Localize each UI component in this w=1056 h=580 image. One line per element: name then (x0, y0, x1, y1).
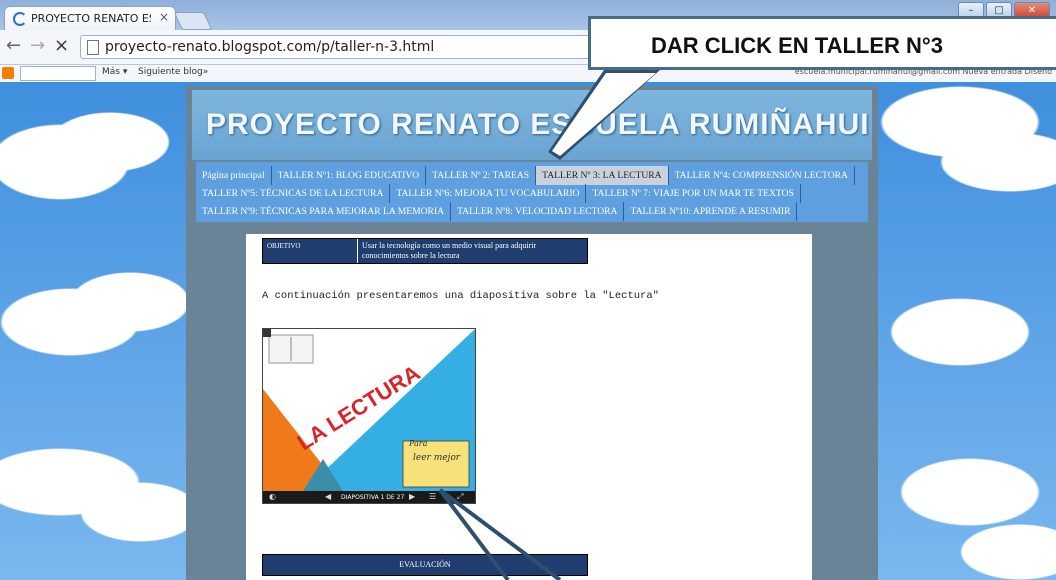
slide-counter: DIAPOSITIVA 1 DE 27 (341, 494, 405, 501)
nav-row-3: TALLER Nº9: TÉCNICAS PARA MEJORAR LA MEM… (196, 202, 798, 221)
slideshow-embed[interactable]: LA LECTURA Para leer mejor ◐ ◀ DIAPOSITI… (262, 328, 476, 504)
blog-search-input[interactable] (20, 66, 96, 81)
instruction-text: DAR CLICK EN TALLER N°3 (651, 33, 943, 58)
instruction-callout: DAR CLICK EN TALLER N°3 (588, 16, 1056, 70)
blog-header: PROYECTO RENATO ESCUELA RUMIÑAHUI (192, 90, 872, 160)
new-tab-button[interactable] (173, 12, 213, 30)
nav-tab-taller-1[interactable]: TALLER Nº1: BLOG EDUCATIVO (272, 166, 427, 185)
blog-container: PROYECTO RENATO ESCUELA RUMIÑAHUI Página… (186, 86, 878, 580)
nav-tab-taller-7[interactable]: TALLER Nº 7: VIAJE POR UN MAR TE TEXTOS (586, 184, 801, 203)
fullscreen-icon[interactable]: ⤢ (457, 492, 463, 502)
evaluation-label: EVALUACIÓN (399, 560, 451, 569)
pages-nav: Página principal TALLER Nº1: BLOG EDUCAT… (196, 162, 868, 222)
intro-text: A continuación presentaremos una diaposi… (262, 290, 659, 302)
expand-icon[interactable] (263, 329, 271, 337)
page-icon (87, 40, 99, 55)
previous-slide-button[interactable]: ◀ (325, 492, 331, 501)
nav-tab-taller-10[interactable]: TALLER Nº10: APRENDE A RESUMIR (624, 202, 798, 221)
blog-title[interactable]: PROYECTO RENATO ESCUELA RUMIÑAHUI (206, 108, 870, 142)
nav-tab-taller-4[interactable]: TALLER Nº4: COMPRENSIÓN LECTORA (669, 166, 855, 185)
loading-icon (13, 12, 27, 26)
nav-tab-taller-2[interactable]: TALLER Nº 2: TAREAS (426, 166, 537, 185)
nav-row-2: TALLER Nº5: TÉCNICAS DE LA LECTURA TALLE… (196, 184, 801, 203)
tab-title: PROYECTO RENATO ESCU (31, 12, 151, 25)
slide-caption-2: leer mejor (413, 453, 461, 463)
menu-icon[interactable]: ☰ (429, 492, 436, 501)
nav-row-1: Página principal TALLER Nº1: BLOG EDUCAT… (196, 166, 855, 185)
back-arrow-icon[interactable]: ← (6, 35, 21, 56)
objective-text: Usar la tecnología como un medio visual … (362, 241, 537, 260)
page-background: PROYECTO RENATO ESCUELA RUMIÑAHUI Página… (0, 82, 1056, 580)
slideshow-controls: ◐ ◀ DIAPOSITIVA 1 DE 27 ▶ ☰ ⤢ (263, 491, 475, 503)
nav-tab-taller-5[interactable]: TALLER Nº5: TÉCNICAS DE LA LECTURA (196, 184, 391, 203)
forward-arrow-icon[interactable]: → (30, 35, 45, 56)
evaluation-header: EVALUACIÓN (262, 554, 588, 576)
slide-caption-1: Para (409, 439, 428, 448)
browser-tab[interactable]: PROYECTO RENATO ESCU × (4, 6, 176, 30)
blogger-icon[interactable] (2, 67, 14, 79)
nav-tab-taller-6[interactable]: TALLER Nº6: MEJORA TU VOCABULARIO (390, 184, 587, 203)
objective-table: Objetivo Usar la tecnología como un medi… (262, 238, 588, 264)
url-text: proyecto-renato.blogspot.com/p/taller-n-… (105, 39, 435, 55)
speaker-icon[interactable]: ◐ (269, 492, 276, 501)
objective-label: Objetivo (263, 239, 358, 263)
stop-button[interactable]: × (54, 35, 69, 56)
more-menu[interactable]: Más ▾ (102, 67, 127, 77)
nav-tab-home[interactable]: Página principal (196, 166, 272, 185)
nav-tab-taller-3[interactable]: TALLER Nº 3: LA LECTURA (536, 166, 669, 185)
next-blog-link[interactable]: Siguiente blog» (138, 67, 208, 77)
nav-tab-taller-8[interactable]: TALLER Nº8: VELOCIDAD LECTORA (451, 202, 625, 221)
next-slide-button[interactable]: ▶ (409, 492, 415, 501)
tab-close-button[interactable]: × (159, 10, 169, 24)
nav-tab-taller-9[interactable]: TALLER Nº9: TÉCNICAS PARA MEJORAR LA MEM… (196, 202, 452, 221)
post-content: Objetivo Usar la tecnología como un medi… (246, 234, 812, 580)
